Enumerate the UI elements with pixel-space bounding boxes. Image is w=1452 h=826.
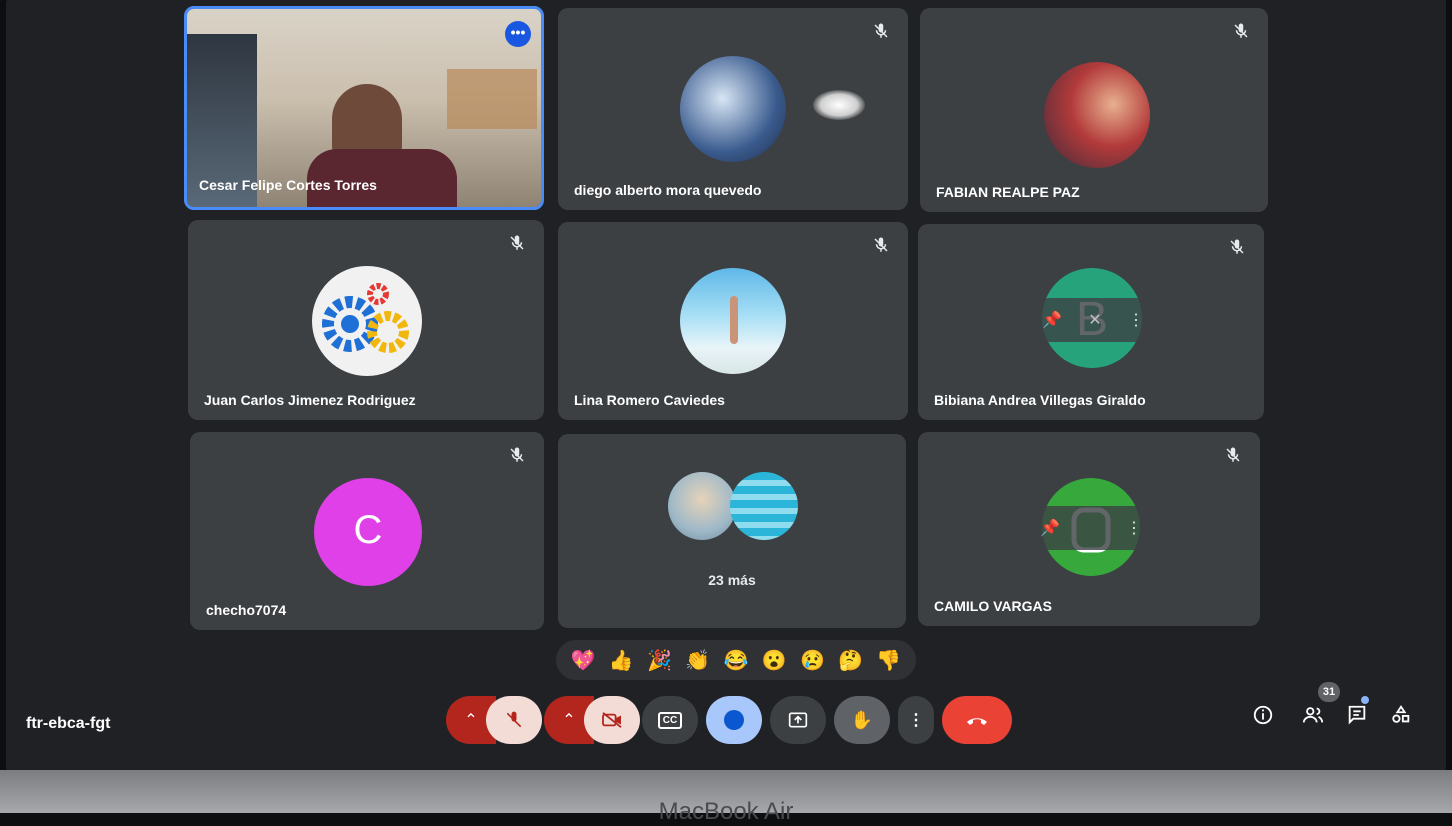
mic-off-icon [1226,447,1240,462]
info-icon[interactable] [1252,704,1274,726]
captions-button[interactable]: CC [642,696,698,744]
participant-tile-fabian[interactable]: FABIAN REALPE PAZ [920,8,1268,212]
reaction-surprised[interactable]: 😮 [762,648,787,673]
pin-icon[interactable]: 📌 [1040,518,1060,538]
meet-screen: ••• Cesar Felipe Cortes Torres diego alb… [6,0,1446,770]
reaction-thumbs-up[interactable]: 👍 [609,648,634,673]
participant-tile-bibiana[interactable]: B 📌 ✕ ⋮ Bibiana Andrea Villegas Giraldo [918,224,1264,420]
people-icon[interactable] [1302,704,1324,726]
avatar [680,56,786,162]
participant-name: FABIAN REALPE PAZ [936,184,1080,200]
participant-name: Bibiana Andrea Villegas Giraldo [934,392,1146,408]
avatar [680,268,786,374]
reaction-heart[interactable]: 💖 [571,648,596,673]
reaction-laugh[interactable]: 😂 [724,648,749,673]
more-vert-icon: ⋮ [908,712,924,729]
screen-glare [813,90,865,120]
reaction-party[interactable]: 🎉 [647,648,672,673]
mic-off-icon [874,23,888,38]
reaction-sad[interactable]: 😢 [800,648,825,673]
more-options-button[interactable]: ⋮ [898,696,934,744]
mic-off-icon [506,711,522,728]
mic-off-icon [1230,239,1244,254]
participant-name: Cesar Felipe Cortes Torres [199,177,377,193]
participant-name: diego alberto mora quevedo [574,182,762,198]
participant-name: CAMILO VARGAS [934,598,1052,614]
pin-icon[interactable]: 📌 [1042,310,1062,330]
present-button[interactable] [770,696,826,744]
participant-tile-juan-carlos[interactable]: Juan Carlos Jimenez Rodriguez [188,220,544,420]
participant-tile-lina[interactable]: Lina Romero Caviedes [558,222,908,420]
mic-off-icon [874,237,888,252]
avatar [730,472,798,540]
end-call-button[interactable] [942,696,1012,744]
participant-name: Juan Carlos Jimenez Rodriguez [204,392,416,408]
reactions-button[interactable] [706,696,762,744]
others-tile[interactable]: 23 más [558,434,906,628]
mute-for-all-icon[interactable]: ✕ [1088,310,1101,330]
mic-off-icon [510,235,524,250]
hand-icon: ✋ [850,709,874,730]
video-off-icon [602,712,622,728]
avatar-initial: C [353,508,383,552]
participant-tile-checho[interactable]: C checho7074 [190,432,544,630]
participant-name: Lina Romero Caviedes [574,392,725,408]
more-vert-icon[interactable]: ⋮ [1128,310,1144,330]
emoji-icon [724,710,744,730]
participant-tile-diego[interactable]: diego alberto mora quevedo [558,8,908,210]
chat-notification-dot [1361,696,1369,704]
reaction-clap[interactable]: 👏 [685,648,710,673]
mic-toggle-button[interactable] [486,696,542,744]
chevron-up-icon: ⌃ [562,712,576,729]
raise-hand-button[interactable]: ✋ [834,696,890,744]
avatar [668,472,736,540]
participant-tile-cesar[interactable]: ••• Cesar Felipe Cortes Torres [184,6,544,210]
chevron-up-icon: ⌃ [464,712,478,729]
reaction-thinking[interactable]: 🤔 [838,648,863,673]
avatar: C [314,478,422,586]
others-count-label: 23 más [708,572,756,588]
reaction-thumbs-down[interactable]: 👎 [876,648,901,673]
participant-tile-camilo[interactable]: 📌 • ⋮ CAMILO VARGAS [918,432,1260,626]
tile-hover-controls: 📌 • ⋮ [1026,506,1156,550]
reactions-bar: 💖 👍 🎉 👏 😂 😮 😢 🤔 👎 [556,640,916,680]
gears-avatar [312,266,422,376]
captions-icon: CC [657,711,683,729]
laptop-bezel: MacBook Air [0,770,1452,825]
people-count-badge: 31 [1318,682,1340,702]
participant-name: checho7074 [206,602,287,618]
mic-off-icon [1234,23,1248,38]
more-options-icon[interactable]: ••• [505,21,531,47]
more-vert-icon[interactable]: ⋮ [1126,518,1142,538]
tile-hover-controls: 📌 ✕ ⋮ [1028,298,1158,342]
camera-toggle-button[interactable] [584,696,640,744]
present-screen-icon [788,712,808,728]
mic-off-icon [510,447,524,462]
activities-icon[interactable] [1390,704,1412,726]
end-call-icon [967,718,987,725]
avatar [1044,62,1150,168]
meeting-code: ftr-ebca-fgt [26,715,111,732]
chat-icon[interactable] [1346,704,1368,726]
bezel-brand-label: MacBook Air [658,798,794,825]
gears-icon [322,283,409,353]
